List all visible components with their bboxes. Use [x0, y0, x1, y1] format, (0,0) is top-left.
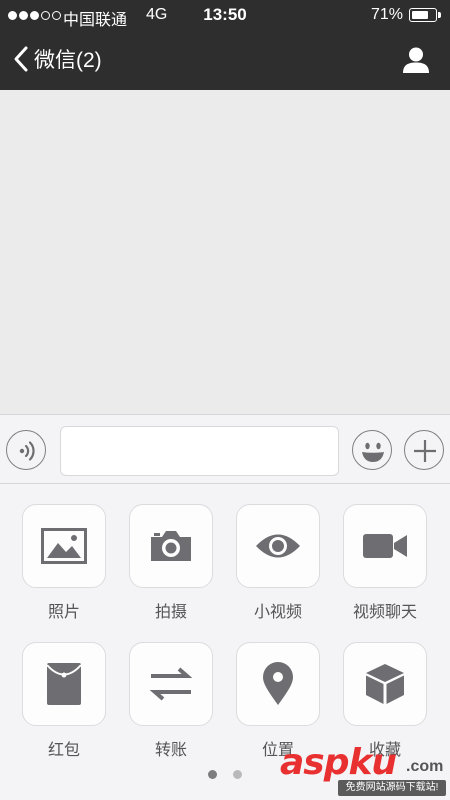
chevron-left-icon — [12, 45, 30, 73]
tile-short-video[interactable]: 小视频 — [228, 484, 335, 621]
tile-label: 视频聊天 — [352, 604, 417, 621]
tile-transfer-box — [129, 642, 213, 726]
tile-camera[interactable]: 拍摄 — [121, 484, 228, 621]
tile-favorites-box — [343, 642, 427, 726]
tile-short-video-box — [236, 504, 320, 588]
tile-favorites[interactable]: 收藏 — [335, 622, 442, 759]
watermark-domain: .com — [406, 758, 444, 775]
battery-percent: 71% — [371, 6, 404, 23]
tile-camera-box — [129, 504, 213, 588]
emoji-icon — [362, 442, 384, 462]
top-bar: 中国联通 4G 13:50 71% 微信(2) — [0, 0, 450, 90]
red-packet-icon — [46, 663, 82, 705]
transfer-icon — [149, 667, 193, 701]
tile-video-chat[interactable]: 视频聊天 — [335, 484, 442, 621]
page-dot-2[interactable] — [233, 770, 242, 779]
person-icon[interactable] — [402, 46, 430, 79]
video-camera-icon — [363, 534, 407, 558]
tile-transfer[interactable]: 转账 — [121, 622, 228, 759]
voice-button[interactable] — [6, 430, 46, 470]
tile-video-chat-box — [343, 504, 427, 588]
chat-title: 微信(2) — [34, 49, 102, 72]
input-bar — [0, 414, 450, 484]
emoji-button[interactable] — [352, 430, 392, 470]
watermark-brand: aspku — [280, 742, 397, 783]
tile-location[interactable]: 位置 — [228, 622, 335, 759]
plus-button[interactable] — [404, 430, 444, 470]
page-dot-1[interactable] — [208, 770, 217, 779]
tile-label: 拍摄 — [154, 604, 187, 621]
tile-label: 小视频 — [253, 604, 302, 621]
tile-label: 转账 — [154, 742, 187, 759]
photo-icon — [41, 528, 87, 564]
camera-icon — [151, 531, 191, 561]
plus-icon — [414, 440, 436, 462]
tile-photo[interactable]: 照片 — [14, 484, 121, 621]
battery-cap — [438, 12, 441, 18]
status-bar: 中国联通 4G 13:50 71% — [0, 0, 450, 32]
battery-icon — [409, 8, 437, 22]
back-button[interactable]: 微信(2) — [12, 44, 102, 74]
voice-icon — [19, 441, 35, 461]
message-input[interactable] — [60, 426, 339, 476]
tile-label: 红包 — [47, 742, 80, 759]
tile-red-packet[interactable]: 红包 — [14, 622, 121, 759]
chat-message-area[interactable] — [0, 90, 450, 414]
location-icon — [263, 662, 293, 705]
battery-fill — [412, 11, 428, 19]
tile-location-box — [236, 642, 320, 726]
tile-label: 照片 — [47, 604, 80, 621]
tile-red-packet-box — [22, 642, 106, 726]
eye-icon — [256, 534, 300, 558]
watermark-tagline: 免费网站源码下载站! — [338, 780, 446, 796]
watermark-logo: aspku .com 免费网站源码下载站! — [280, 742, 448, 798]
tile-photo-box — [22, 504, 106, 588]
favorites-cube-icon — [366, 664, 404, 704]
navigation-bar: 微信(2) — [0, 32, 450, 90]
